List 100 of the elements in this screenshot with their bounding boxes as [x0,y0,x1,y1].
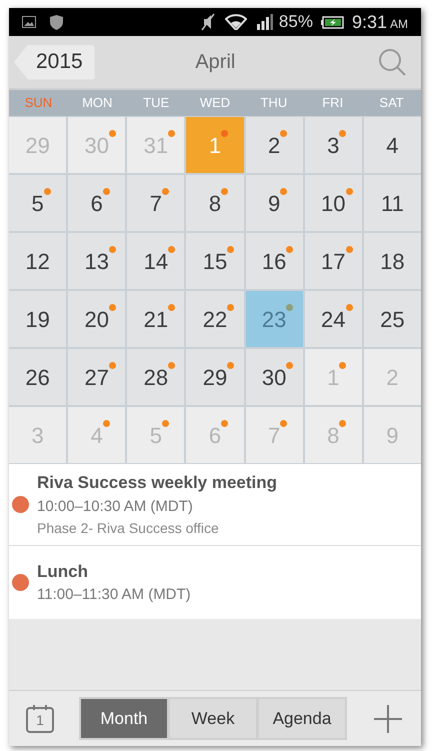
search-icon[interactable] [378,48,406,76]
day-number: 9 [268,186,280,220]
day-number: 30 [262,360,286,394]
clock-time: 9:31 [352,10,387,34]
day-number: 18 [380,248,405,276]
day-number: 4 [386,132,399,160]
day-number: 8 [327,418,340,452]
month-title: April [194,50,236,75]
add-icon[interactable] [374,704,402,732]
day-number: 12 [25,248,50,276]
day-cell[interactable]: 30 [246,349,303,405]
day-number: 3 [327,128,340,162]
day-number: 27 [84,360,109,394]
day-number: 20 [84,302,109,336]
day-cell[interactable]: 8 [186,175,244,231]
view-tab[interactable]: Agenda [259,699,345,738]
day-cell[interactable]: 15 [186,233,244,289]
day-cell[interactable]: 2 [246,117,303,173]
day-cell[interactable]: 14 [127,233,184,289]
day-cell[interactable]: 10 [304,175,362,231]
today-button[interactable]: 1 [26,704,54,732]
day-cell[interactable]: 4 [364,117,421,173]
mute-icon [200,13,215,31]
wifi-icon [224,14,247,30]
day-cell[interactable]: 24 [304,291,362,347]
day-number: 11 [380,190,404,218]
day-cell[interactable]: 9 [246,175,303,231]
day-number: 4 [90,418,103,452]
day-number: 1 [208,128,222,162]
weekday-label: SAT [378,94,405,112]
weekday-label: FRI [321,94,344,112]
day-number: 31 [144,128,168,162]
day-number: 3 [31,422,44,450]
view-tab[interactable]: Week [170,699,256,738]
event-item[interactable]: Lunch 11:00–11:30 AM (MDT) [9,545,421,619]
day-number: 30 [84,128,109,162]
day-cell[interactable]: 7 [127,175,184,231]
year-back-button[interactable]: 2015 [14,44,95,80]
day-number: 7 [150,186,162,220]
battery-charging-icon [320,16,344,28]
weekday-label: TUE [142,94,170,112]
day-cell[interactable]: 18 [364,233,421,289]
day-cell[interactable]: 29 [186,349,244,405]
day-number: 1 [327,360,340,394]
signal-icon [256,14,273,30]
day-cell[interactable]: 22 [186,291,244,347]
weekday-label: SUN [24,94,54,112]
weekday-label: MON [81,94,114,112]
day-cell[interactable]: 17 [304,233,362,289]
day-number: 19 [25,306,50,334]
day-number: 14 [144,244,168,278]
event-location: Phase 2- Riva Success office [37,519,220,538]
day-number: 5 [150,418,162,452]
shield-icon [50,14,63,30]
day-number: 24 [321,302,346,336]
day-number: 28 [144,360,168,394]
day-cell[interactable]: 20 [68,291,126,347]
day-cell[interactable]: 26 [9,349,66,405]
day-cell[interactable]: 5 [9,175,66,231]
weekday-label: WED [198,94,232,112]
day-number: 10 [321,186,346,220]
day-cell[interactable]: 6 [68,175,126,231]
day-number: 5 [31,186,44,220]
weekday-label: THU [259,94,288,112]
day-number: 2 [386,364,399,392]
day-cell[interactable]: 21 [127,291,184,347]
day-number: 21 [144,302,168,336]
day-cell[interactable]: 27 [68,349,126,405]
event-title: Riva Success weekly meeting [37,472,278,494]
day-cell[interactable]: 3 [304,117,362,173]
day-number: 25 [380,306,405,334]
day-number: 16 [262,244,286,278]
day-number: 7 [268,418,280,452]
battery-percent: 85% [278,11,313,34]
day-cell[interactable]: 19 [9,291,66,347]
day-number: 9 [386,422,399,450]
day-number: 29 [202,360,228,394]
day-number: 2 [268,128,280,162]
event-item[interactable]: Riva Success weekly meeting 10:00–10:30 AM (MDT) Phase 2- Riva Success office [9,464,421,545]
day-cell[interactable]: 25 [364,291,421,347]
day-number: 23 [262,302,286,336]
day-cell[interactable]: 12 [9,233,66,289]
day-cell[interactable]: 11 [364,175,421,231]
day-number: 22 [202,302,228,336]
day-number: 17 [321,244,346,278]
event-time: 11:00–11:30 AM (MDT) [37,585,191,605]
day-number: 8 [208,186,222,220]
day-number: 6 [208,418,222,452]
clock-meridiem: AM [390,16,408,32]
day-cell[interactable]: 13 [68,233,126,289]
day-number: 13 [84,244,109,278]
image-icon [22,16,36,28]
event-title: Lunch [37,560,89,582]
view-tab[interactable]: Month [81,699,167,738]
day-cell[interactable]: 28 [127,349,184,405]
event-time: 10:00–10:30 AM (MDT) [37,496,194,516]
day-number: 26 [25,364,50,392]
day-cell[interactable]: 16 [246,233,303,289]
day-number: 29 [25,132,50,160]
day-number: 15 [202,244,228,278]
